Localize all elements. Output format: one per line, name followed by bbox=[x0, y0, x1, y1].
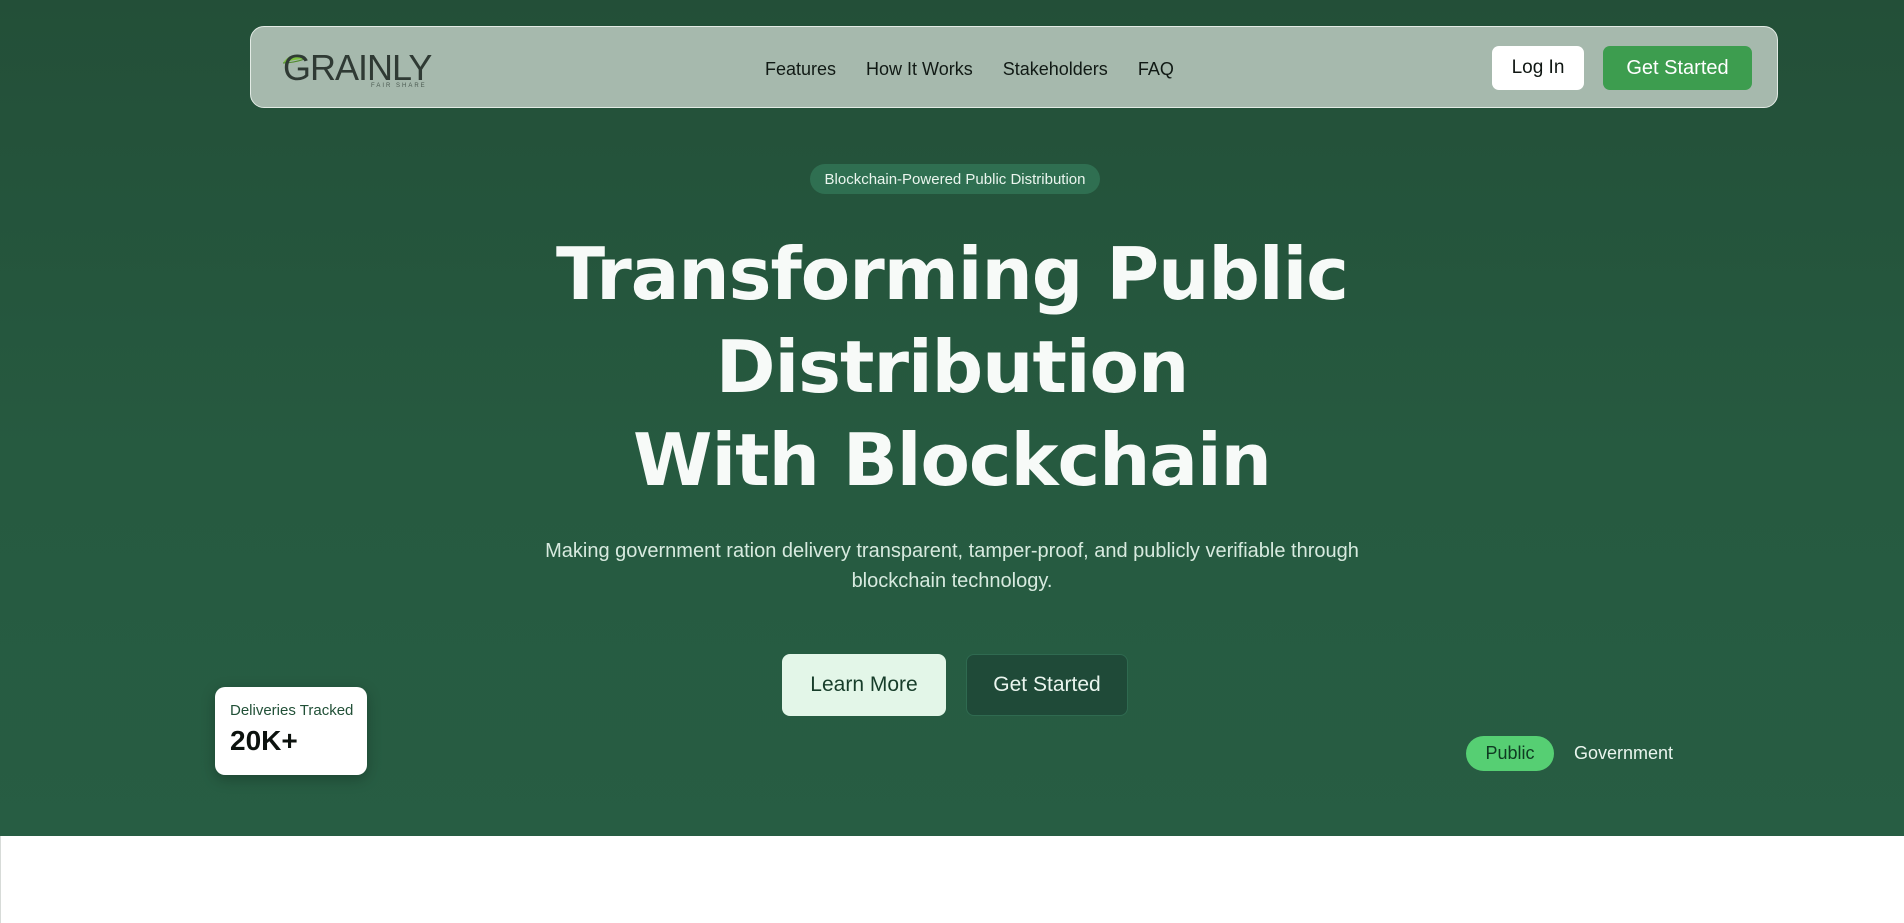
hero-badge: Blockchain-Powered Public Distribution bbox=[810, 164, 1100, 194]
login-button[interactable]: Log In bbox=[1492, 46, 1584, 90]
logo-tagline: FAIR SHARE bbox=[371, 83, 427, 89]
headline-line-2: Distribution bbox=[715, 325, 1190, 409]
hero-headline: Transforming Public Distribution With Bl… bbox=[452, 228, 1452, 507]
hero-section: GRAINLY FAIR SHARE Features How It Works… bbox=[0, 0, 1904, 836]
hero-subtitle: Making government ration delivery transp… bbox=[545, 540, 1359, 592]
page-content-area bbox=[0, 836, 1904, 923]
nav-get-started-button[interactable]: Get Started bbox=[1603, 46, 1752, 90]
toggle-public[interactable]: Public bbox=[1466, 736, 1554, 771]
toggle-government[interactable]: Government bbox=[1574, 736, 1673, 771]
nav-link-features[interactable]: Features bbox=[765, 59, 836, 80]
headline-line-3: With Blockchain bbox=[633, 418, 1272, 502]
nav-link-faq[interactable]: FAQ bbox=[1138, 59, 1174, 80]
navbar: GRAINLY FAIR SHARE Features How It Works… bbox=[250, 26, 1778, 108]
nav-link-stakeholders[interactable]: Stakeholders bbox=[1003, 59, 1108, 80]
stat-label: Deliveries Tracked bbox=[230, 702, 354, 719]
nav-link-how-it-works[interactable]: How It Works bbox=[866, 59, 973, 80]
hero-get-started-button[interactable]: Get Started bbox=[966, 654, 1128, 716]
nav-links: Features How It Works Stakeholders FAQ bbox=[765, 59, 1174, 80]
stat-value: 20K+ bbox=[230, 725, 298, 756]
learn-more-button[interactable]: Learn More bbox=[782, 654, 946, 716]
stat-card-deliveries: Deliveries Tracked 20K+ bbox=[215, 687, 367, 775]
logo[interactable]: GRAINLY FAIR SHARE bbox=[279, 47, 439, 93]
headline-line-1: Transforming Public bbox=[556, 232, 1349, 316]
